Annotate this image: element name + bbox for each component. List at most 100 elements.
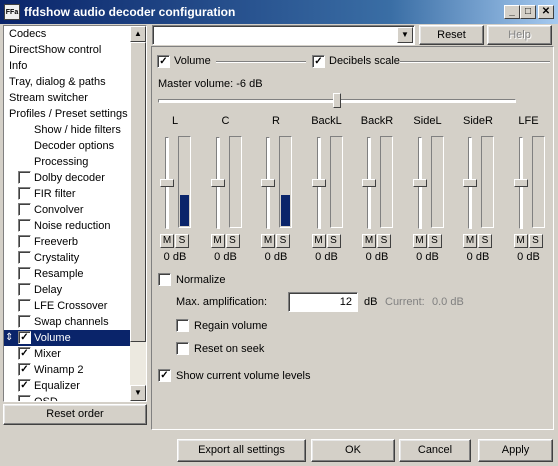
reset-on-seek-checkbox[interactable] xyxy=(176,342,189,355)
reset-button[interactable]: Reset xyxy=(419,25,484,45)
channel-solo-button[interactable]: S xyxy=(326,234,341,248)
sidebar-item-checkbox[interactable] xyxy=(18,251,31,264)
title-bar[interactable]: FFa ffdshow audio decoder configuration … xyxy=(0,0,558,24)
channel-slider[interactable] xyxy=(160,179,174,187)
sidebar-item[interactable]: ✓ Equalizer xyxy=(4,378,130,394)
sidebar-item-label: Stream switcher xyxy=(9,92,88,104)
sidebar-item-label: Dolby decoder xyxy=(34,172,105,184)
show-levels-label: Show current volume levels xyxy=(176,370,311,382)
channel-mute-button[interactable]: M xyxy=(160,234,174,248)
close-button[interactable]: ✕ xyxy=(538,5,554,19)
preset-combo[interactable]: ▼ xyxy=(152,25,415,45)
sidebar-item-checkbox[interactable] xyxy=(18,203,31,216)
max-amplification-input[interactable]: 12 xyxy=(288,292,358,312)
sidebar-item[interactable]: Delay xyxy=(4,282,130,298)
regain-volume-checkbox[interactable] xyxy=(176,319,189,332)
sidebar-item-label: Delay xyxy=(34,284,63,296)
filter-list[interactable]: ▲ ▼ Codecs DirectShow control Info Tray, di… xyxy=(3,25,147,402)
channel-mute-button[interactable]: M xyxy=(261,234,275,248)
list-scrollbar[interactable]: ▲ ▼ xyxy=(130,26,146,401)
channel-name: BackL xyxy=(311,115,342,127)
channel-slider[interactable] xyxy=(210,179,225,187)
help-button[interactable]: Help xyxy=(487,25,552,45)
channel-slider[interactable] xyxy=(311,179,326,187)
channel-slider[interactable] xyxy=(362,179,376,187)
channel-solo-button[interactable]: S xyxy=(276,234,290,248)
sidebar-item-checkbox[interactable] xyxy=(18,235,31,248)
minimize-button[interactable]: _ xyxy=(504,5,520,19)
sidebar-item-checkbox[interactable] xyxy=(18,171,31,184)
sidebar-item[interactable]: Decoder options xyxy=(4,138,130,154)
decibels-scale-checkbox[interactable]: ✓ xyxy=(312,55,325,68)
sidebar-item[interactable]: Resample xyxy=(4,266,130,282)
sidebar-item-checkbox[interactable] xyxy=(18,299,31,312)
scroll-thumb[interactable] xyxy=(130,42,146,342)
sidebar-item-checkbox[interactable] xyxy=(18,219,31,232)
show-levels-checkbox[interactable]: ✓ xyxy=(158,369,171,382)
ok-button[interactable]: OK xyxy=(311,439,395,462)
sidebar-item[interactable]: Profiles / Preset settings xyxy=(4,106,130,122)
sidebar-item[interactable]: Codecs xyxy=(4,26,130,42)
sidebar-item[interactable]: Stream switcher xyxy=(4,90,130,106)
sidebar-item[interactable]: Freeverb xyxy=(4,234,130,250)
sidebar-item[interactable]: Dolby decoder xyxy=(4,170,130,186)
channel-mute-button[interactable]: M xyxy=(463,234,477,248)
sidebar-item[interactable]: ⇕ ✓ Volume xyxy=(4,330,130,346)
channel-solo-button[interactable]: S xyxy=(225,234,240,248)
sidebar-item[interactable]: Convolver xyxy=(4,202,130,218)
sidebar-item-checkbox[interactable] xyxy=(18,395,31,401)
sidebar-item-label: Decoder options xyxy=(34,140,115,152)
sidebar-item-checkbox[interactable] xyxy=(18,187,31,200)
channel-mute-button[interactable]: M xyxy=(362,234,376,248)
channel-level-fill xyxy=(281,195,290,226)
sidebar-item-checkbox[interactable]: ✓ xyxy=(18,331,31,344)
sidebar-item[interactable]: DirectShow control xyxy=(4,42,130,58)
scroll-down-icon[interactable]: ▼ xyxy=(130,385,146,401)
scroll-up-icon[interactable]: ▲ xyxy=(130,26,146,42)
channel-solo-button[interactable]: S xyxy=(427,234,442,248)
channel-level-meter xyxy=(380,136,393,228)
channel-mute-button[interactable]: M xyxy=(412,234,427,248)
channel-slider[interactable] xyxy=(463,179,477,187)
sidebar-item[interactable]: OSD xyxy=(4,394,130,401)
sidebar-item-checkbox[interactable] xyxy=(18,315,31,328)
normalize-checkbox[interactable] xyxy=(158,273,171,286)
sidebar-item[interactable]: LFE Crossover xyxy=(4,298,130,314)
sidebar-item[interactable]: Info xyxy=(4,58,130,74)
export-settings-button[interactable]: Export all settings xyxy=(177,439,306,462)
channel-slider[interactable] xyxy=(412,179,427,187)
channel-mute-button[interactable]: M xyxy=(513,234,528,248)
sidebar-item-checkbox[interactable] xyxy=(18,267,31,280)
reset-order-button[interactable]: Reset order xyxy=(3,404,147,425)
channel-solo-button[interactable]: S xyxy=(377,234,391,248)
channel-slider[interactable] xyxy=(261,179,275,187)
channel-mute-button[interactable]: M xyxy=(210,234,225,248)
sidebar-item[interactable]: Noise reduction xyxy=(4,218,130,234)
sidebar-item-label: Resample xyxy=(34,268,84,280)
apply-button[interactable]: Apply xyxy=(478,439,553,462)
app-icon: FFa xyxy=(4,4,20,20)
chevron-down-icon[interactable]: ▼ xyxy=(397,27,413,43)
sidebar-item[interactable]: ✓ Winamp 2 xyxy=(4,362,130,378)
channel-solo-button[interactable]: S xyxy=(528,234,543,248)
sidebar-item-checkbox[interactable]: ✓ xyxy=(18,347,31,360)
sidebar-item[interactable]: Crystality xyxy=(4,250,130,266)
sidebar-item[interactable]: ✓ Mixer xyxy=(4,346,130,362)
sidebar-item[interactable]: Show / hide filters xyxy=(4,122,130,138)
reorder-arrows-icon[interactable]: ⇕ xyxy=(5,330,13,346)
sidebar-item[interactable]: FIR filter xyxy=(4,186,130,202)
sidebar-item[interactable]: Processing xyxy=(4,154,130,170)
sidebar-item-checkbox[interactable]: ✓ xyxy=(18,363,31,376)
master-volume-slider[interactable] xyxy=(333,93,341,108)
channel-solo-button[interactable]: S xyxy=(175,234,189,248)
maximize-button[interactable]: □ xyxy=(520,5,536,19)
channel-mute-button[interactable]: M xyxy=(311,234,326,248)
volume-enable-checkbox[interactable]: ✓ xyxy=(157,55,170,68)
cancel-button[interactable]: Cancel xyxy=(399,439,471,462)
channel-slider[interactable] xyxy=(513,179,528,187)
sidebar-item-checkbox[interactable]: ✓ xyxy=(18,379,31,392)
sidebar-item-checkbox[interactable] xyxy=(18,283,31,296)
sidebar-item[interactable]: Swap channels xyxy=(4,314,130,330)
sidebar-item[interactable]: Tray, dialog & paths xyxy=(4,74,130,90)
channel-solo-button[interactable]: S xyxy=(478,234,492,248)
